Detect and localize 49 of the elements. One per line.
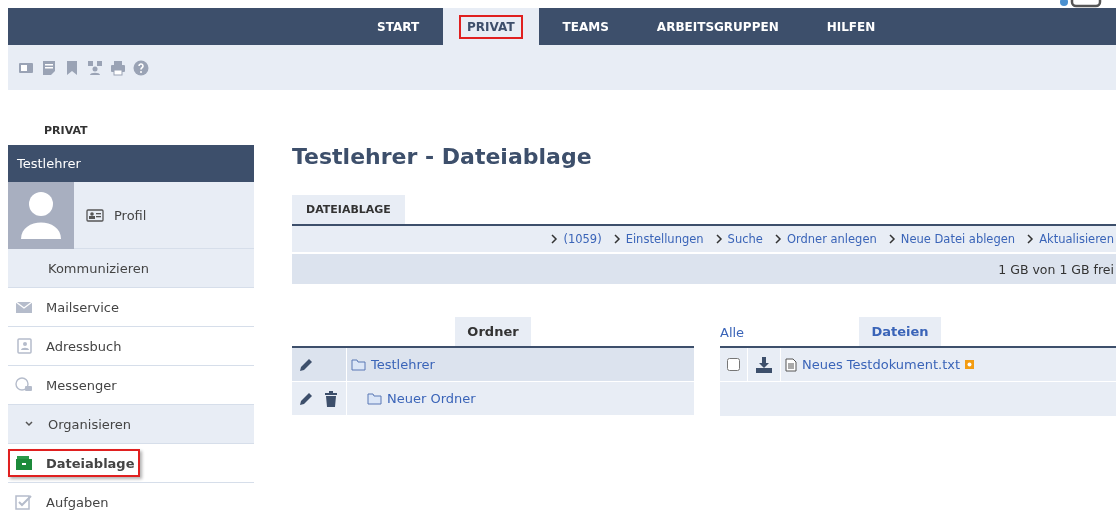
document-icon: [785, 357, 797, 372]
nav-tab[interactable]: HILFEN: [802, 8, 900, 45]
chevron-icon: [774, 234, 782, 244]
highlight-frame: PRIVAT: [459, 14, 523, 39]
section-title: PRIVAT: [43, 123, 89, 139]
open-folder-icon: [351, 358, 366, 371]
nav-tab[interactable]: ARBEITSGRUPPEN: [632, 8, 803, 45]
mail-icon: [15, 299, 33, 315]
chevron-icon: [888, 234, 896, 244]
note-icon[interactable]: [41, 59, 57, 76]
help-icon[interactable]: [133, 59, 149, 76]
chevron-icon: [1027, 234, 1035, 244]
column-heading: Dateien: [859, 317, 941, 346]
edit-icon[interactable]: [298, 390, 314, 407]
action-link[interactable]: Neue Datei ablegen: [888, 232, 1016, 246]
nav-tab[interactable]: START: [353, 8, 444, 45]
action-link[interactable]: Ordner anlegen: [774, 232, 877, 246]
folder-icon: [367, 392, 382, 405]
quota-text: 1 GB von 1 GB frei: [292, 254, 1116, 284]
avatar-icon: [8, 182, 74, 249]
nav-tab[interactable]: PRIVAT: [443, 8, 539, 45]
chevron-icon: [24, 419, 34, 429]
action-link[interactable]: Suche: [715, 232, 763, 246]
network-icon[interactable]: [87, 59, 103, 76]
page-title: Testlehrer - Dateiablage: [292, 144, 593, 169]
delete-icon[interactable]: [324, 390, 338, 407]
file-checkbox[interactable]: [727, 358, 740, 371]
edit-icon[interactable]: [298, 356, 314, 373]
tab[interactable]: DATEIABLAGE: [292, 195, 405, 224]
contacts-icon: [15, 338, 33, 354]
checklist-icon: [15, 494, 33, 510]
action-link[interactable]: Aktualisieren: [1027, 232, 1114, 246]
print-icon[interactable]: [110, 59, 126, 76]
bookmark-icon[interactable]: [64, 59, 80, 76]
action-link[interactable]: Einstellungen: [613, 232, 704, 246]
sidebar-item[interactable]: Organisieren: [8, 405, 254, 444]
column-heading: Ordner: [455, 317, 531, 346]
user-header: Testlehrer: [8, 145, 254, 182]
chevron-icon: [551, 234, 559, 244]
action-link[interactable]: (1059): [551, 232, 602, 246]
chevron-icon: [715, 234, 723, 244]
all-link[interactable]: Alle: [720, 325, 745, 340]
sidebar-item[interactable]: Kommunizieren: [8, 249, 254, 288]
folder-icon: [15, 455, 33, 471]
download-icon[interactable]: [755, 356, 773, 373]
chat-icon: [15, 377, 33, 393]
chevron-icon: [613, 234, 621, 244]
nav-tab[interactable]: TEAMS: [538, 8, 633, 45]
id-card-icon: [86, 208, 104, 222]
